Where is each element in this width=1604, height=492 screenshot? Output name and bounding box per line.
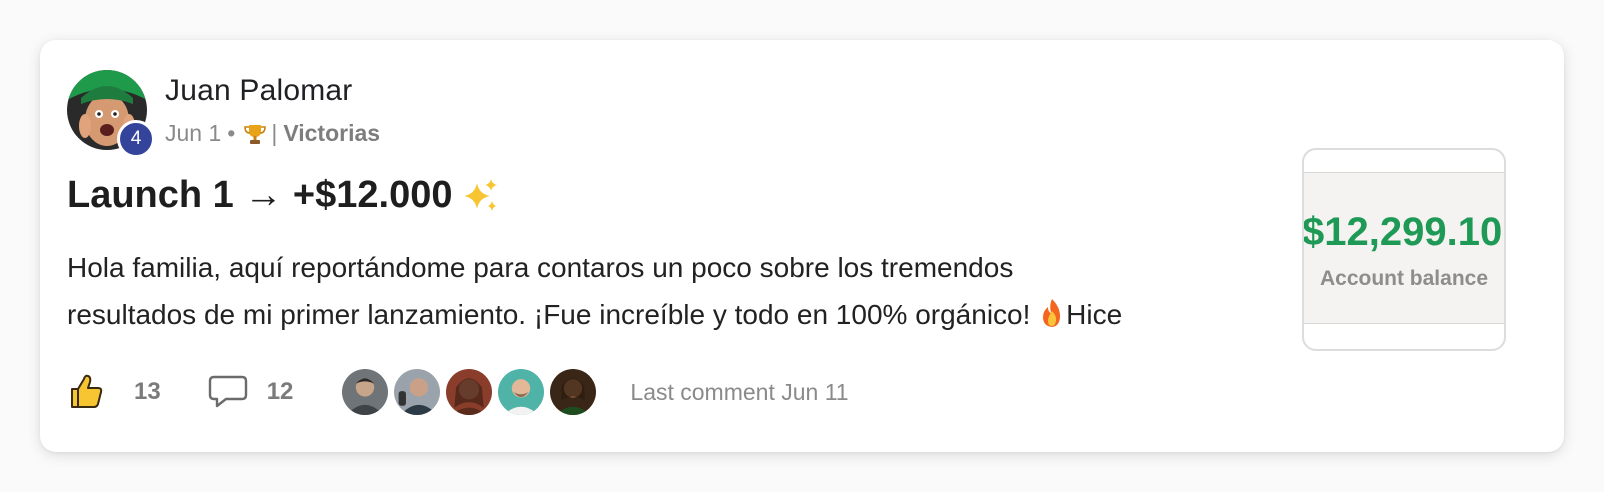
post-thumbnail[interactable]: $12,299.10 Account balance xyxy=(1302,148,1506,351)
post-title-text[interactable]: Launch 1 → +$12.000 xyxy=(67,174,452,217)
category-prefix: | xyxy=(271,120,278,146)
post-excerpt-line-2-end: Hice xyxy=(1066,299,1123,330)
fire-icon xyxy=(1043,299,1061,327)
like-button[interactable]: 13 xyxy=(67,373,161,411)
thumbnail-image: $12,299.10 Account balance xyxy=(1304,172,1504,324)
thumbnail-balance: $12,299.10 xyxy=(1302,210,1503,254)
commenter-avatar[interactable] xyxy=(444,367,495,417)
last-comment-time: Last comment Jun 11 xyxy=(630,378,849,405)
thumbs-up-icon xyxy=(71,374,103,408)
like-count: 13 xyxy=(134,378,161,405)
thumbnail-balance-label: Account balance xyxy=(1319,267,1489,290)
comment-count: 12 xyxy=(266,378,294,405)
post-footer: 13 12 Last comment Jun 11 xyxy=(67,366,849,418)
commenter-avatars[interactable] xyxy=(340,367,599,417)
commenter-avatar[interactable] xyxy=(548,367,599,417)
commenter-avatar[interactable] xyxy=(340,367,391,417)
trophy-icon xyxy=(244,124,267,144)
commenter-avatar[interactable] xyxy=(496,367,547,417)
post-date[interactable]: Jun 1 xyxy=(165,120,221,147)
sparkles-icon xyxy=(464,178,498,211)
post-excerpt[interactable]: Hola familia, aquí reportándome para con… xyxy=(67,244,1277,338)
speech-bubble-icon xyxy=(208,375,247,408)
author-name[interactable]: Juan Palomar xyxy=(165,74,353,108)
post-title[interactable]: Launch 1 → +$12.000 xyxy=(67,174,500,217)
author-avatar-wrap[interactable]: 4 xyxy=(67,70,155,158)
commenter-avatar[interactable] xyxy=(392,367,443,417)
post-meta: Jun 1 • | Victorias xyxy=(165,120,380,147)
post-excerpt-line-2-text: resultados de mi primer lanzamiento. ¡Fu… xyxy=(67,299,1039,330)
level-badge: 4 xyxy=(117,120,155,158)
post-excerpt-line-2: resultados de mi primer lanzamiento. ¡Fu… xyxy=(67,291,1277,338)
post-excerpt-line-1: Hola familia, aquí reportándome para con… xyxy=(67,252,1014,283)
post-card[interactable]: 4 Juan Palomar Jun 1 • | Victorias Launc… xyxy=(40,40,1564,452)
comment-button[interactable]: 12 xyxy=(208,374,294,410)
meta-separator: • xyxy=(227,120,236,146)
post-category[interactable]: Victorias xyxy=(283,120,380,147)
